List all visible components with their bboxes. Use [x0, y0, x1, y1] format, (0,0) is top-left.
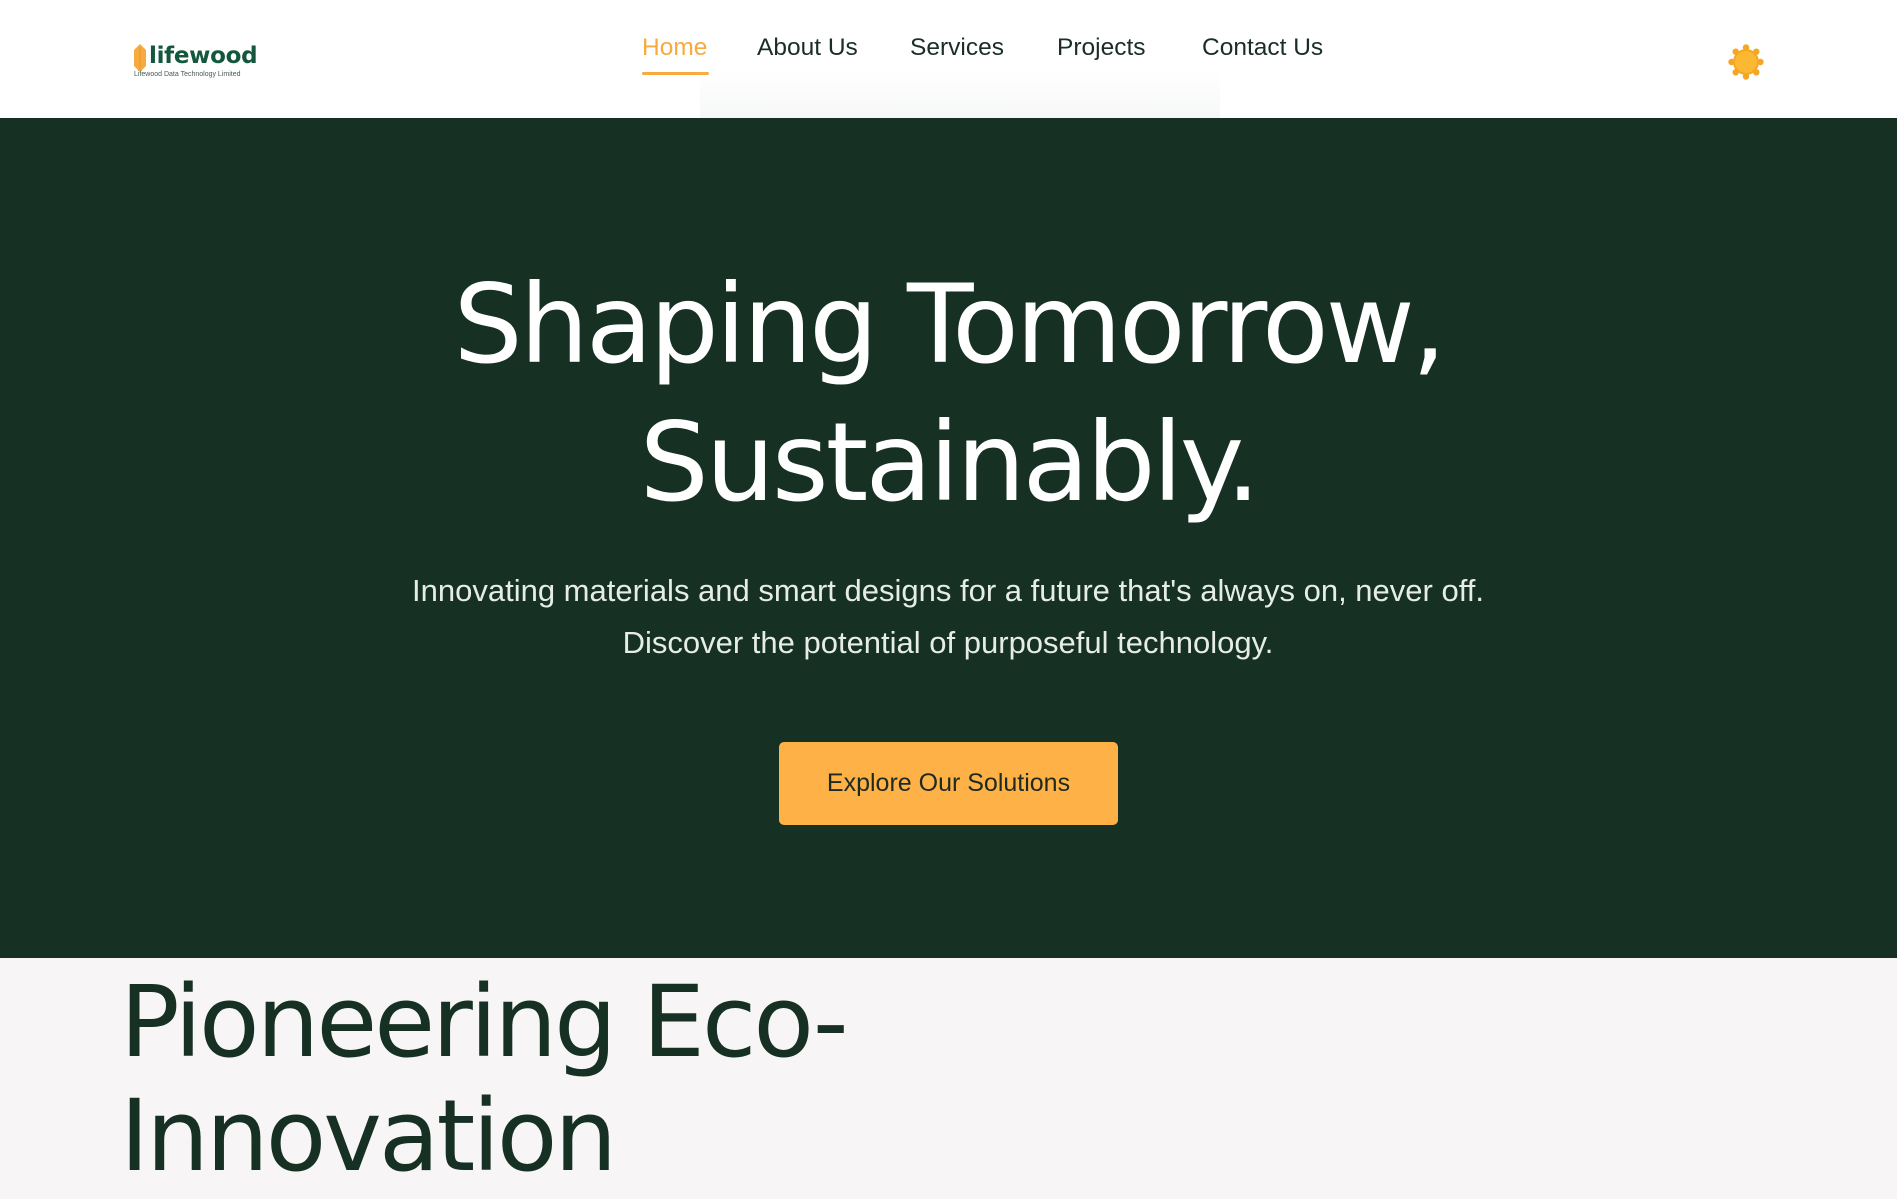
- hero-section: Shaping Tomorrow, Sustainably. Innovatin…: [0, 118, 1897, 958]
- eco-title-line-2: Innovation: [120, 1079, 617, 1194]
- nav-contact-us[interactable]: Contact Us: [1202, 30, 1323, 66]
- nav-home[interactable]: Home: [642, 30, 707, 66]
- main-nav: Home About Us Services Projects Contact …: [0, 30, 1897, 80]
- hero-title-line-2: Sustainably.: [639, 399, 1261, 526]
- eco-title-line-1: Pioneering Eco-: [120, 965, 849, 1080]
- nav-active-indicator: [642, 72, 709, 75]
- eco-section-title: Pioneering Eco- Innovation: [120, 965, 849, 1194]
- eco-innovation-section: Pioneering Eco- Innovation: [0, 958, 1897, 1199]
- nav-about-us[interactable]: About Us: [757, 30, 858, 66]
- theme-toggle-button[interactable]: [1727, 43, 1765, 81]
- sun-icon: [1728, 44, 1764, 80]
- nav-services[interactable]: Services: [910, 30, 1004, 66]
- explore-solutions-button[interactable]: Explore Our Solutions: [779, 742, 1118, 825]
- hero-title: Shaping Tomorrow, Sustainably.: [0, 256, 1897, 532]
- hero-title-line-1: Shaping Tomorrow,: [453, 261, 1447, 388]
- hero-subtitle: Innovating materials and smart designs f…: [412, 573, 1484, 660]
- site-header: lifewood Lifewood Data Technology Limite…: [0, 0, 1897, 118]
- nav-projects[interactable]: Projects: [1057, 30, 1146, 66]
